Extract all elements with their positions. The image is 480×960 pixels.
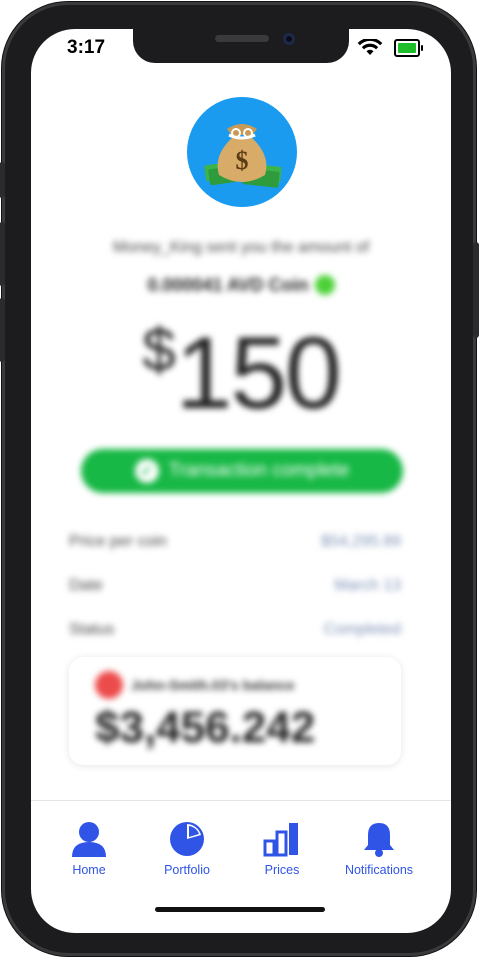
detail-row-price: Price per coin $54,295.89 [69,533,401,551]
pie-chart-icon [170,822,204,856]
home-indicator[interactable] [155,907,325,912]
coin-amount: 0.000041 AVD Coin [31,275,451,296]
transfer-amount: $150 [31,315,451,432]
balance-card: John-Smith.03's balance $3,456.242 [69,657,401,765]
amount-value: 150 [175,316,342,430]
mute-switch [0,162,5,198]
tab-label: Home [72,863,106,877]
detail-label: Status [69,621,115,638]
svg-text:$: $ [236,146,249,175]
volume-down-button [0,298,5,362]
balance-owner-text: John-Smith.03's balance [131,677,295,693]
notch [133,29,349,63]
speaker-grille [215,35,269,42]
detail-label: Price per coin [69,533,167,550]
tab-bar: Home Portfolio Prices Notifications [31,801,451,901]
detail-value: $54,295.89 [320,533,401,550]
volume-up-button [0,222,5,286]
coin-icon [314,275,335,295]
money-bag-avatar: $ [187,97,297,207]
battery-icon [394,39,423,57]
status-time: 3:17 [67,37,106,58]
transaction-status-text: Transaction complete [168,460,350,481]
coin-amount-text: 0.000041 AVD Coin [147,275,309,295]
bar-chart-icon [263,823,298,857]
detail-value: March 13 [334,577,401,594]
user-avatar-icon [95,671,123,699]
balance-owner: John-Smith.03's balance [95,671,295,699]
person-icon [72,822,106,857]
currency-symbol: $ [142,316,176,383]
detail-value: Completed [323,621,401,638]
wifi-icon [357,39,383,55]
tab-label: Notifications [344,863,414,877]
checkmark-icon: ✓ [134,459,159,483]
tab-notifications[interactable]: Notifications [331,821,427,877]
phone-frame: 3:17 $ Money_King sent you the amount of… [0,2,479,956]
power-button [473,242,479,338]
bell-icon [364,823,394,857]
tab-prices[interactable]: Prices [234,821,330,877]
detail-row-status: Status Completed [69,621,401,639]
detail-row-date: Date March 13 [69,577,401,595]
money-bag-icon: $ [204,124,282,188]
balance-amount: $3,456.242 [95,703,316,752]
front-camera [283,33,295,45]
tab-home[interactable]: Home [41,821,137,877]
sender-message: Money_King sent you the amount of [112,239,370,256]
detail-label: Date [69,577,103,594]
transaction-status-pill: ✓ Transaction complete [81,449,403,493]
screen: 3:17 $ Money_King sent you the amount of… [31,29,451,933]
tab-label: Prices [264,863,300,877]
tab-label: Portfolio [164,863,210,877]
tab-portfolio[interactable]: Portfolio [139,821,235,877]
